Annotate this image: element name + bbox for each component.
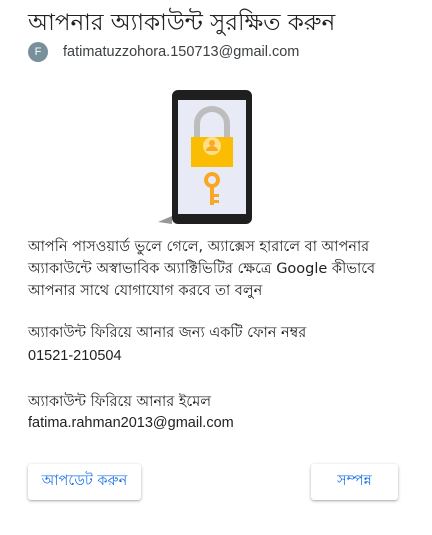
phone-icon (158, 90, 252, 224)
page-title: আপনার অ্যাকাউন্ট সুরক্ষিত করুন (28, 10, 336, 36)
update-button[interactable]: আপডেট করুন (28, 464, 141, 500)
done-button[interactable]: সম্পন্ন (311, 464, 398, 500)
recovery-email-value: fatima.rahman2013@gmail.com (28, 415, 234, 431)
security-description: আপনি পাসওয়ার্ড ভুলে গেলে, অ্যাক্সেস হার… (28, 239, 376, 299)
account-row: F fatimatuzzohora.150713@gmail.com (28, 40, 299, 64)
recovery-phone-value: 01521-210504 (28, 348, 122, 364)
avatar: F (28, 42, 48, 62)
security-illustration (150, 88, 260, 228)
account-email: fatimatuzzohora.150713@gmail.com (63, 44, 300, 60)
recovery-phone-label: অ্যাকাউন্ট ফিরিয়ে আনার জন্য একটি ফোন নম… (28, 325, 307, 341)
recovery-email-label: অ্যাকাউন্ট ফিরিয়ে আনার ইমেল (28, 394, 212, 410)
